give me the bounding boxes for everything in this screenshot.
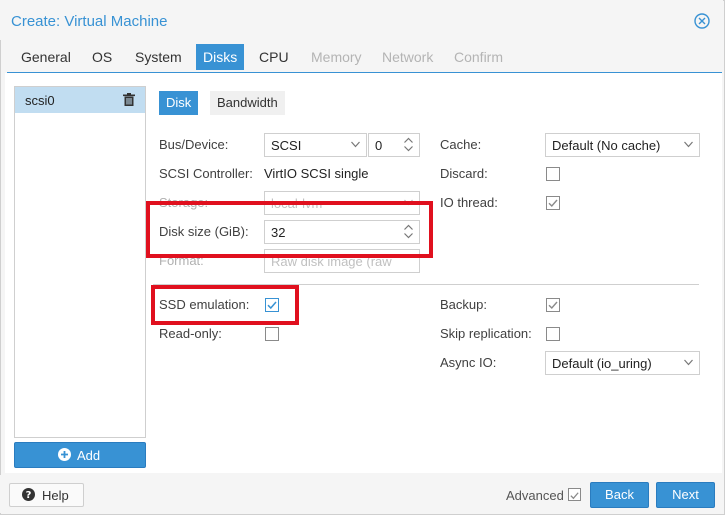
disk-list: scsi0 (14, 86, 146, 438)
disk-item-label: scsi0 (25, 93, 55, 108)
checkmark-icon (570, 492, 579, 500)
skip-replication-label: Skip replication: (440, 326, 532, 341)
svg-text:?: ? (26, 490, 32, 501)
ssd-emulation-highlight (151, 285, 299, 325)
advanced-label: Advanced (506, 488, 564, 503)
backup-label: Backup: (440, 297, 487, 312)
bus-device-label: Bus/Device: (159, 137, 229, 152)
bus-value: SCSI (271, 138, 302, 153)
tab-confirm: Confirm (454, 49, 504, 65)
next-button[interactable]: Next (656, 482, 715, 508)
scsi-controller-label: SCSI Controller: (159, 166, 253, 181)
device-stepper[interactable]: 0 (368, 133, 420, 157)
back-button[interactable]: Back (590, 482, 649, 508)
async-io-label: Async IO: (440, 355, 497, 370)
tab-os[interactable]: OS (85, 44, 119, 70)
bus-select[interactable]: SCSI (264, 133, 367, 157)
wizard-tabs: General OS System Disks CPU Memory Netwo… (0, 44, 723, 72)
skip-replication-checkbox[interactable] (546, 327, 560, 341)
async-io-value: Default (io_uring) (552, 356, 652, 371)
tab-network: Network (382, 49, 434, 65)
discard-checkbox[interactable] (546, 167, 560, 181)
tab-system[interactable]: System (128, 44, 189, 70)
dialog-title: Create: Virtual Machine (11, 13, 168, 30)
disk-size-highlight (146, 201, 433, 258)
discard-label: Discard: (440, 166, 488, 181)
device-value: 0 (375, 138, 383, 153)
tab-disks[interactable]: Disks (196, 44, 245, 70)
tab-memory: Memory (311, 49, 362, 65)
read-only-checkbox[interactable] (265, 327, 279, 341)
scsi-controller-value: VirtIO SCSI single (264, 166, 369, 181)
help-button[interactable]: ? Help (9, 483, 84, 507)
plus-circle-icon (58, 448, 71, 461)
add-disk-label: Add (77, 448, 101, 463)
question-circle-icon: ? (22, 488, 35, 501)
trash-icon[interactable] (123, 93, 135, 106)
dialog-titlebar: Create: Virtual Machine (0, 0, 723, 40)
async-io-select[interactable]: Default (io_uring) (545, 351, 700, 375)
checkmark-icon (548, 301, 558, 310)
add-disk-button[interactable]: Add (14, 442, 146, 468)
tab-general[interactable]: General (14, 44, 78, 70)
io-thread-label: IO thread: (440, 195, 498, 210)
help-label: Help (42, 488, 69, 503)
advanced-checkbox[interactable] (568, 488, 581, 501)
cache-select[interactable]: Default (No cache) (545, 133, 700, 157)
subtab-bandwidth[interactable]: Bandwidth (210, 91, 285, 115)
backup-checkbox[interactable] (546, 298, 560, 312)
checkmark-icon (548, 199, 558, 208)
read-only-label: Read-only: (159, 326, 222, 341)
tab-cpu[interactable]: CPU (252, 44, 296, 70)
cache-value: Default (No cache) (552, 138, 661, 153)
chevron-down-icon (351, 141, 360, 148)
chevron-down-icon (684, 141, 693, 148)
io-thread-checkbox[interactable] (546, 196, 560, 210)
spinner-icon[interactable] (404, 137, 413, 152)
disk-list-item[interactable]: scsi0 (15, 87, 145, 113)
cache-label: Cache: (440, 137, 482, 152)
subtab-disk[interactable]: Disk (159, 91, 199, 115)
close-icon[interactable] (694, 13, 710, 29)
chevron-down-icon (684, 359, 693, 366)
